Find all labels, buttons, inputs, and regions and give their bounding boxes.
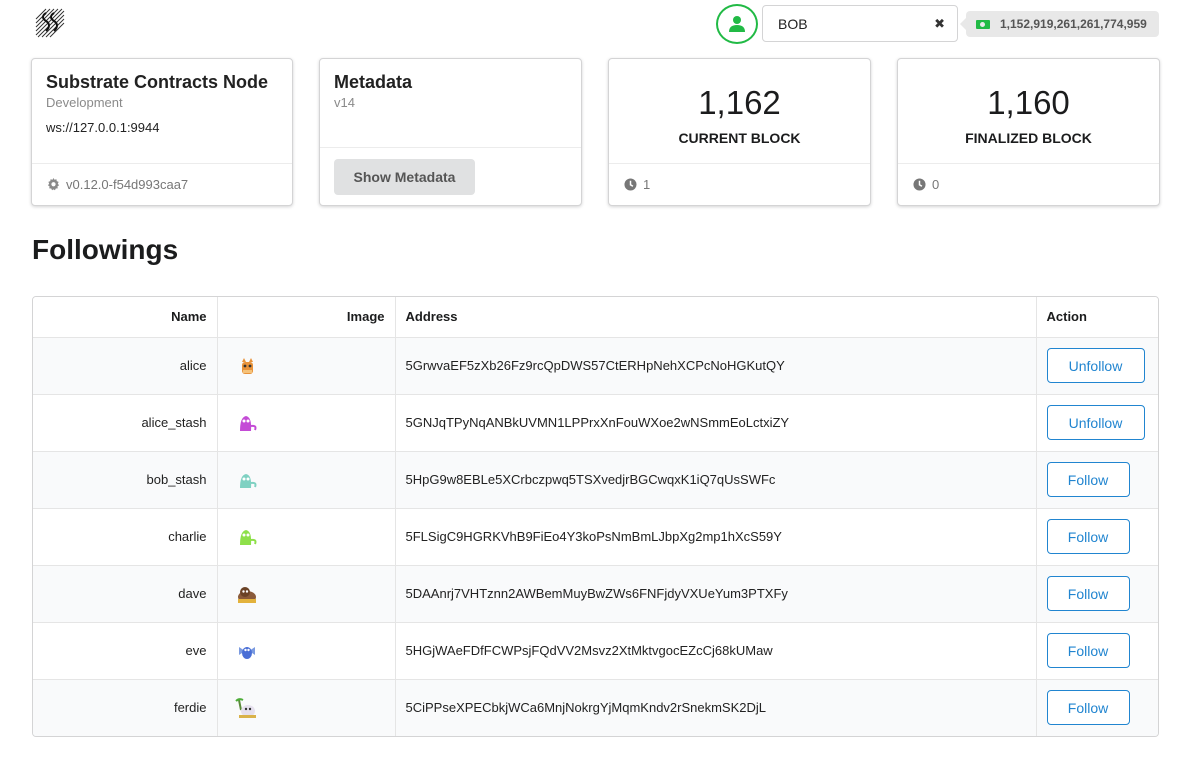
following-address: 5FLSigC9HGRKVhB9FiEo4Y3koPsNmBmLJbpXg2mp… bbox=[395, 508, 1037, 565]
finalized-block-label: FINALIZED BLOCK bbox=[965, 130, 1092, 146]
follow-button[interactable]: Follow bbox=[1046, 633, 1130, 668]
following-address: 5HGjWAeFDfFCWPsjFQdVV2Msvz2XtMktvgocEZcC… bbox=[395, 622, 1037, 679]
show-metadata-button[interactable]: Show Metadata bbox=[334, 159, 475, 195]
clear-icon[interactable]: ✖ bbox=[934, 16, 945, 32]
following-address: 5CiPPseXPECbkjWCa6MnjNokrgYjMqmKndv2rSne… bbox=[395, 679, 1037, 736]
metadata-divider bbox=[320, 147, 581, 148]
clock-icon bbox=[913, 178, 926, 191]
finalized-block-timer: 0 bbox=[932, 177, 940, 192]
table-row: dave 5DAAnrj7VHTznn2AWBemMuyBwZWs6FNFjdyV… bbox=[33, 565, 1158, 622]
current-block-value: 1,162 bbox=[698, 84, 781, 121]
node-chain: Development bbox=[46, 95, 123, 110]
following-address: 5DAAnrj7VHTznn2AWBemMuyBwZWs6FNFjdyVXUeY… bbox=[395, 565, 1037, 622]
purple-monster-avatar bbox=[235, 411, 259, 435]
following-action-cell: Follow bbox=[1036, 508, 1158, 565]
substrate-logo-icon bbox=[32, 5, 68, 41]
clock-icon bbox=[624, 178, 637, 191]
brown-monster-avatar bbox=[235, 582, 259, 606]
node-version-row: v0.12.0-f54d993caa7 bbox=[32, 163, 292, 205]
unfollow-button[interactable]: Unfollow bbox=[1046, 405, 1145, 440]
follow-button[interactable]: Follow bbox=[1046, 519, 1130, 554]
following-action-cell: Follow bbox=[1036, 565, 1158, 622]
following-image-cell bbox=[217, 508, 396, 565]
metadata-version: v14 bbox=[334, 95, 355, 110]
following-address: 5GrwvaEF5zXb26Fz9rcQpDWS57CtERHpNehXCPcN… bbox=[395, 337, 1037, 394]
table-row: eve 5HGjWAeFDfFCWPsjFQdVV2Msvz2XtMktvgocE… bbox=[33, 622, 1158, 679]
current-block-timer: 1 bbox=[643, 177, 651, 192]
following-action-cell: Unfollow bbox=[1036, 394, 1158, 451]
followings-title: Followings bbox=[32, 234, 179, 265]
current-block-timer-row: 1 bbox=[609, 163, 870, 205]
balance-badge: 1,152,919,261,261,774,959 bbox=[960, 11, 1159, 37]
node-version: v0.12.0-f54d993caa7 bbox=[66, 177, 189, 192]
user-icon-button[interactable] bbox=[716, 4, 758, 44]
balance-value: 1,152,919,261,261,774,959 bbox=[1000, 17, 1147, 31]
gear-icon bbox=[47, 178, 60, 191]
following-address: 5GNJqTPyNqANBkUVMN1LPPrxXnFouWXoe2wNSmmE… bbox=[395, 394, 1037, 451]
metadata-title: Metadata bbox=[334, 72, 413, 92]
follow-button[interactable]: Follow bbox=[1046, 462, 1130, 497]
teal-monster-avatar bbox=[235, 468, 259, 492]
following-name: ferdie bbox=[33, 679, 218, 736]
follow-button[interactable]: Follow bbox=[1046, 690, 1130, 726]
blue-dragon-avatar bbox=[235, 639, 259, 663]
green-monster-avatar bbox=[235, 525, 259, 549]
following-image-cell bbox=[217, 394, 396, 451]
current-block-label: CURRENT BLOCK bbox=[678, 130, 801, 146]
orange-cat-avatar bbox=[235, 354, 259, 378]
node-info-card: Substrate Contracts Node Development ws:… bbox=[31, 58, 293, 206]
following-action-cell: Follow bbox=[1036, 679, 1158, 736]
following-name: eve bbox=[33, 622, 218, 679]
following-image-cell bbox=[217, 679, 396, 736]
current-block-card: 1,162 CURRENT BLOCK 1 bbox=[608, 58, 871, 206]
following-image-cell bbox=[217, 337, 396, 394]
follow-button[interactable]: Follow bbox=[1046, 576, 1130, 611]
table-row: alice 5GrwvaEF5zXb26Fz9rcQpDWS57CtERHpNeh… bbox=[33, 337, 1158, 394]
finalized-block-value: 1,160 bbox=[987, 84, 1070, 121]
table-header-row: Name Image Address Action bbox=[33, 297, 1158, 338]
following-name: alice bbox=[33, 337, 218, 394]
account-select[interactable]: BOB ✖ bbox=[762, 5, 958, 42]
column-header-action: Action bbox=[1036, 297, 1158, 338]
following-name: charlie bbox=[33, 508, 218, 565]
column-header-address: Address bbox=[395, 297, 1037, 338]
following-action-cell: Follow bbox=[1036, 622, 1158, 679]
unfollow-button[interactable]: Unfollow bbox=[1046, 348, 1145, 383]
money-icon bbox=[976, 19, 990, 29]
following-image-cell bbox=[217, 565, 396, 622]
finalized-block-timer-row: 0 bbox=[898, 163, 1159, 205]
account-name: BOB bbox=[778, 15, 808, 32]
following-name: bob_stash bbox=[33, 451, 218, 508]
table-row: bob_stash 5HpG9w8EBLe5XCrbczpwq5TSXvedjrB… bbox=[33, 451, 1158, 508]
user-icon bbox=[729, 16, 745, 32]
following-name: dave bbox=[33, 565, 218, 622]
white-creature-avatar bbox=[234, 696, 259, 720]
following-image-cell bbox=[217, 622, 396, 679]
table-row: alice_stash 5GNJqTPyNqANBkUVMN1LPPrxXnFou… bbox=[33, 394, 1158, 451]
node-url: ws://127.0.0.1:9944 bbox=[46, 120, 160, 135]
finalized-block-card: 1,160 FINALIZED BLOCK 0 bbox=[897, 58, 1160, 206]
following-address: 5HpG9w8EBLe5XCrbczpwq5TSXvedjrBGCwqxK1iQ… bbox=[395, 451, 1037, 508]
followings-table: Name Image Address Action alice 5GrwvaEF5… bbox=[32, 296, 1159, 737]
column-header-name: Name bbox=[33, 297, 218, 338]
column-header-image: Image bbox=[217, 297, 396, 338]
following-name: alice_stash bbox=[33, 394, 218, 451]
following-image-cell bbox=[217, 451, 396, 508]
table-row: ferdie 5CiPPseXPECbkjWCa6MnjNokrgYjMqmKnd… bbox=[33, 679, 1158, 736]
node-title: Substrate Contracts Node bbox=[46, 72, 269, 92]
following-action-cell: Unfollow bbox=[1036, 337, 1158, 394]
metadata-card: Metadata v14 Show Metadata bbox=[319, 58, 582, 206]
following-action-cell: Follow bbox=[1036, 451, 1158, 508]
table-row: charlie 5FLSigC9HGRKVhB9FiEo4Y3koPsNmBmLJ… bbox=[33, 508, 1158, 565]
